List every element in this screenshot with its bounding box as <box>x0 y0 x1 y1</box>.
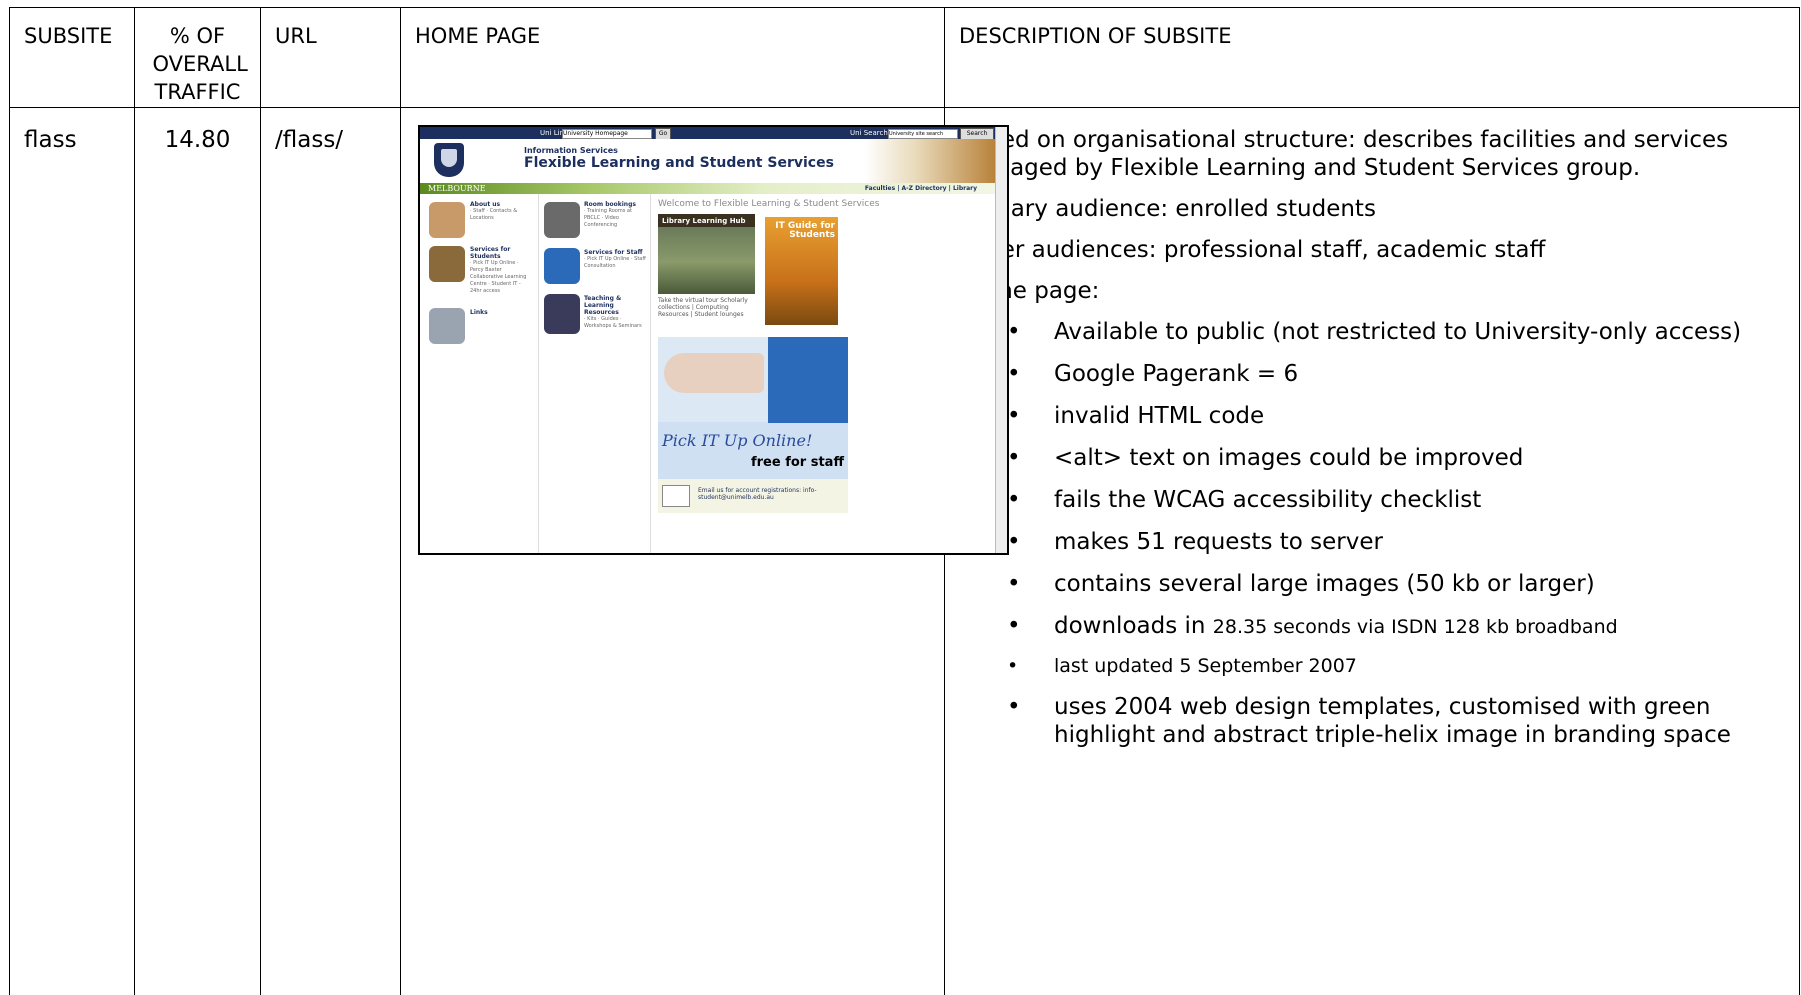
screenshot-middle-column: Room bookings · Training Rooms at PBCLC … <box>538 194 651 553</box>
services-students-heading: Services for Students <box>470 246 530 260</box>
description-cell: Based on organisational structure: descr… <box>945 108 1800 995</box>
links-heading: Links <box>470 309 488 316</box>
home-page-screenshot: Uni Links: University Homepage Go Uni Se… <box>418 125 1009 555</box>
screenshot-title: Flexible Learning and Student Services <box>524 155 834 171</box>
teaching-heading: Teaching & Learning Resources <box>584 295 634 316</box>
room-bookings-photo <box>544 202 580 238</box>
envelope-icon <box>662 485 690 507</box>
home-page-bullets: Available to public (not restricted to U… <box>959 318 1785 749</box>
about-us-heading: About us <box>470 201 500 208</box>
list-item-download: downloads in 28.35 seconds via ISDN 128 … <box>1054 612 1785 640</box>
home-page-label: Home page: <box>959 277 1785 305</box>
services-staff-photo <box>544 248 580 284</box>
list-item: invalid HTML code <box>1054 402 1785 430</box>
banner-blue-panel <box>768 337 848 423</box>
screenshot-left-column: About us · Staff · Contacts & Locations … <box>420 194 539 553</box>
screenshot-scrollbar <box>995 127 1007 553</box>
last-updated: last updated 5 September 2007 <box>1054 654 1785 679</box>
services-staff-links: · Pick IT Up Online · Staff Consultation <box>584 256 646 270</box>
services-students-photo <box>429 246 465 282</box>
list-item: makes 51 requests to server <box>1054 528 1785 556</box>
traffic-cell: 14.80 <box>135 108 261 995</box>
header-subsite: SUBSITE <box>10 8 135 108</box>
melbourne-wordmark: MELBOURNE <box>428 183 486 194</box>
home-page-cell: Uni Links: University Homepage Go Uni Se… <box>401 108 945 995</box>
list-item: Available to public (not restricted to U… <box>1054 318 1785 346</box>
room-bookings-links: · Training Rooms at PBCLC · Video Confer… <box>584 208 646 229</box>
services-staff-heading: Services for Staff <box>584 249 646 256</box>
primary-audience: Primary audience: enrolled students <box>959 195 1785 223</box>
university-crest-icon <box>434 143 464 177</box>
triple-helix-image <box>865 139 995 183</box>
subsite-name: flass <box>10 108 134 154</box>
traffic-value: 14.80 <box>135 108 260 154</box>
table-row: flass 14.80 /flass/ Uni Links: Universit… <box>10 108 1800 995</box>
header-home-page: HOME PAGE <box>401 8 945 108</box>
screenshot-top-bar: Uni Links: University Homepage Go Uni Se… <box>420 127 995 139</box>
teaching-photo <box>544 294 580 334</box>
virtual-tour-text: Take the virtual tour Scholarly collecti… <box>658 297 758 318</box>
list-item: <alt> text on images could be improved <box>1054 444 1785 472</box>
email-strip: Email us for account registrations: info… <box>658 479 848 513</box>
it-guide-label: IT Guide for Students <box>765 222 835 240</box>
url-value: /flass/ <box>261 108 400 154</box>
other-audiences: Other audiences: professional staff, aca… <box>959 236 1785 264</box>
screenshot-header: Information Services Flexible Learning a… <box>420 139 995 183</box>
list-item: fails the WCAG accessibility checklist <box>1054 486 1785 514</box>
pick-it-up-text: Pick IT Up Online! <box>662 431 812 450</box>
pick-it-up-banner: Pick IT Up Online! free for staff <box>658 337 848 479</box>
it-guide-image: IT Guide for Students <box>765 217 838 325</box>
library-hub-image: Library Learning Hub <box>658 214 755 294</box>
list-item: Google Pagerank = 6 <box>1054 360 1785 388</box>
screenshot-subtitle: Information Services <box>524 146 618 155</box>
url-cell: /flass/ <box>261 108 401 995</box>
green-highlight-bar: MELBOURNE Faculties | A-Z Directory | Li… <box>420 183 995 194</box>
top-links: Faculties | A-Z Directory | Library <box>865 183 977 194</box>
services-students-links: · Pick IT Up Online · Percy Baxter Colla… <box>470 260 532 295</box>
room-bookings-heading: Room bookings <box>584 201 636 208</box>
welcome-heading: Welcome to Flexible Learning & Student S… <box>658 199 879 209</box>
subsite-table: SUBSITE % OF OVERALL TRAFFIC URL HOME PA… <box>9 7 1800 995</box>
uni-search-input: University site search <box>888 129 958 139</box>
free-for-staff-text: free for staff <box>751 455 844 470</box>
list-item: uses 2004 web design templates, customis… <box>1054 693 1785 749</box>
description-intro: Based on organisational structure: descr… <box>959 126 1785 182</box>
subsite-cell: flass <box>10 108 135 995</box>
links-photo <box>429 308 465 344</box>
teaching-links: · Kits · Guides · Workshops & Seminars <box>584 316 644 330</box>
banner-hand-image <box>664 353 764 393</box>
email-text: Email us for account registrations: info… <box>698 487 848 501</box>
about-us-links: · Staff · Contacts & Locations <box>470 208 530 222</box>
header-traffic: % OF OVERALL TRAFFIC <box>135 8 261 108</box>
library-hub-label: Library Learning Hub <box>662 217 746 225</box>
header-row: SUBSITE % OF OVERALL TRAFFIC URL HOME PA… <box>10 8 1800 108</box>
about-us-photo <box>429 202 465 238</box>
list-item: contains several large images (50 kb or … <box>1054 570 1785 598</box>
uni-search-label: Uni Search: <box>850 128 890 138</box>
header-url: URL <box>261 8 401 108</box>
header-description: DESCRIPTION OF SUBSITE <box>945 8 1800 108</box>
uni-links-select: University Homepage <box>562 129 652 139</box>
download-prefix: downloads in <box>1054 613 1205 639</box>
download-time: 28.35 seconds via ISDN 128 kb broadband <box>1213 616 1618 638</box>
description-content: Based on organisational structure: descr… <box>945 108 1799 749</box>
